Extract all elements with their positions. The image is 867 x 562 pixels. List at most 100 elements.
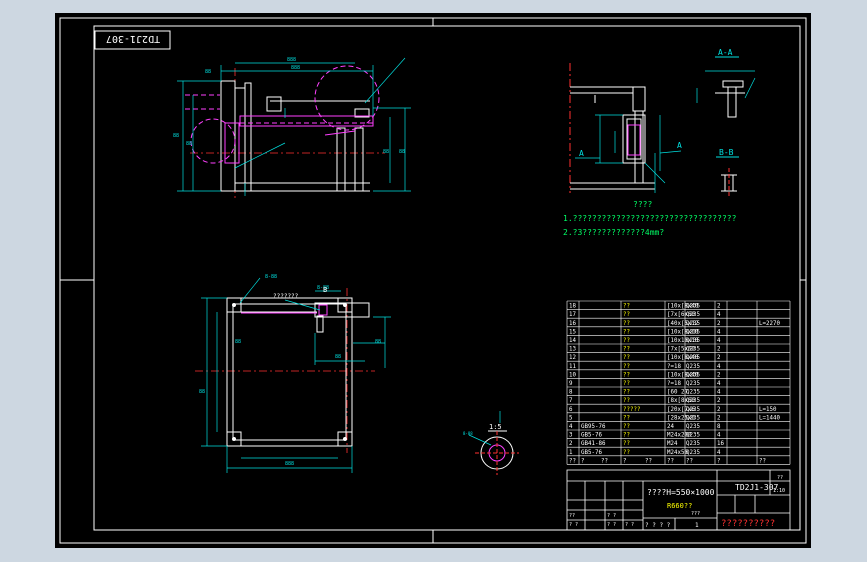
detail-view[interactable]: 1:5 8-88 <box>463 411 519 475</box>
bom-header-cell: ?? <box>645 458 652 464</box>
bom-cell-qty: 4 <box>717 390 721 396</box>
section-bb[interactable]: B-B <box>716 148 739 198</box>
svg-text:8-88: 8-88 <box>265 274 277 280</box>
bom-cell-spec: ?=18 <box>667 381 681 387</box>
bom-cell-mat: Q235 <box>686 329 700 335</box>
section-aa[interactable]: A-A <box>696 48 756 118</box>
bom-cell-qty: 4 <box>717 381 721 387</box>
bom-cell-name: ?? <box>623 381 630 387</box>
bom-cell-name: ?? <box>623 304 630 310</box>
arrow-a-right: A <box>677 141 682 150</box>
footer-left: ? ? ? ? <box>645 522 671 529</box>
bom-cell-qty: 2 <box>717 415 721 421</box>
bom-cell-no: 4 <box>569 424 573 430</box>
qm-label: ?? <box>777 475 783 481</box>
bom-cell-mat: Q235 <box>686 441 700 447</box>
bom-cell-mat: Q235 <box>686 433 700 439</box>
bom-cell-no: 6 <box>569 407 573 413</box>
bom-cell-mat: Q235 <box>686 398 700 404</box>
tb-label-4: ? ? <box>607 522 616 528</box>
bom-cell-no: 5 <box>569 415 573 421</box>
bom-cell-name: ?? <box>623 329 630 335</box>
bom-cell-name: ?? <box>623 415 630 421</box>
bom-cell-qty: 8 <box>717 424 721 430</box>
bom-cell-name: ?? <box>623 338 630 344</box>
sheet-number: 1 <box>695 522 699 529</box>
bom-cell-no: 3 <box>569 433 573 439</box>
bom-cell-name: ?? <box>623 424 630 430</box>
bom-cell-no: 16 <box>569 321 576 327</box>
bom-cell-std: GB5-76 <box>581 450 602 456</box>
bom-cell-no: 8 <box>569 390 573 396</box>
company-name: ?????????? <box>721 519 775 529</box>
product-name: ????H=550×1000 <box>647 488 715 497</box>
bom-header-cell: ?? <box>759 458 766 464</box>
bom-cell-name: ????? <box>623 407 640 413</box>
bom-cell-qty: 4 <box>717 312 721 318</box>
bom-cell-mat: Q235 <box>686 321 700 327</box>
detail-label-b: B <box>323 286 327 294</box>
bom-cell-name: ?? <box>623 390 630 396</box>
detail-scale: 1:5 <box>489 423 502 431</box>
bom-cell-mat: Q235 <box>686 407 700 413</box>
technical-notes: ???? 1.?????????????????????????????????… <box>563 200 737 237</box>
section-bb-title: B-B <box>719 148 734 157</box>
stamp-text: TD2J1-307 <box>106 33 160 44</box>
cad-viewport[interactable]: TD2J1-307 888 888 88 88 88 88 88 A A A-A… <box>55 13 811 548</box>
cad-drawing[interactable]: TD2J1-307 888 888 88 88 88 88 88 A A A-A… <box>55 13 811 548</box>
bom-cell-mat: Q235 <box>686 372 700 378</box>
bom-cell-std: GB95-76 <box>581 424 606 430</box>
bom-cell-qty: 2 <box>717 304 721 310</box>
bom-cell-note: L=2270 <box>759 321 780 327</box>
bom-cell-mat: Q235 <box>686 355 700 361</box>
bom-cell-qty: 2 <box>717 347 721 353</box>
bom-cell-no: 9 <box>569 381 573 387</box>
bom-header-cell: ?? <box>667 458 674 464</box>
svg-text:888: 888 <box>291 65 300 71</box>
bom-cell-qty: 2 <box>717 372 721 378</box>
bom-cell-no: 11 <box>569 364 576 370</box>
front-view[interactable]: 888 888 88 88 88 88 88 <box>173 57 411 198</box>
svg-text:88: 88 <box>205 69 211 75</box>
bom-cell-spec: [60 2? <box>667 390 688 396</box>
product-sub: R660?? <box>667 502 692 510</box>
bom-header-cell: ?? <box>686 458 693 464</box>
bom-cell-name: ?? <box>623 398 630 404</box>
bom-cell-mat: Q235 <box>686 424 700 430</box>
tolerance-note: ??????? <box>273 293 299 300</box>
drawing-number: TD2J1-307 <box>735 483 779 492</box>
bom-cell-mat: Q235 <box>686 415 700 421</box>
bom-cell-spec: ?=18 <box>667 364 681 370</box>
bom-cell-name: ?? <box>623 433 630 439</box>
bom-cell-std: GB41-86 <box>581 441 606 447</box>
bom-table[interactable]: 18?? [10x[8x40Q235 217?? [7x[6x60Q235 416??[… <box>566 300 791 465</box>
bom-cell-mat: Q235 <box>686 338 700 344</box>
bom-header-cell: ? <box>717 458 721 464</box>
bom-cell-std: GB5-76 <box>581 433 602 439</box>
bom-cell-name: ?? <box>623 321 630 327</box>
svg-text:88: 88 <box>335 354 341 360</box>
svg-text:88: 88 <box>186 141 192 147</box>
bom-header-cell: ?? <box>569 458 576 464</box>
svg-text:88: 88 <box>383 149 389 155</box>
bom-cell-qty: 4 <box>717 329 721 335</box>
bom-cell-no: 1 <box>569 450 573 456</box>
bom-cell-mat: Q235 <box>686 312 700 318</box>
bom-cell-mat: Q235 <box>686 347 700 353</box>
section-view[interactable]: A A <box>569 63 682 193</box>
plan-view[interactable]: 88 88 888 88 88 8-88 8-88 ??????? B <box>195 274 391 473</box>
svg-text:88: 88 <box>173 133 179 139</box>
bom-cell-mat: Q235 <box>686 390 700 396</box>
bom-cell-no: 10 <box>569 372 576 378</box>
bom-cell-name: ?? <box>623 312 630 318</box>
svg-text:88: 88 <box>375 339 381 345</box>
section-aa-title: A-A <box>718 48 733 57</box>
svg-text:88: 88 <box>199 389 205 395</box>
bom-cell-qty: 2 <box>717 407 721 413</box>
bom-cell-qty: 16 <box>717 441 724 447</box>
svg-text:888: 888 <box>285 461 294 467</box>
tb-label-2: ? ? <box>569 522 578 528</box>
bom-cell-qty: 2 <box>717 355 721 361</box>
notes-title: ???? <box>633 200 652 209</box>
bom-header-cell: ? <box>623 458 627 464</box>
